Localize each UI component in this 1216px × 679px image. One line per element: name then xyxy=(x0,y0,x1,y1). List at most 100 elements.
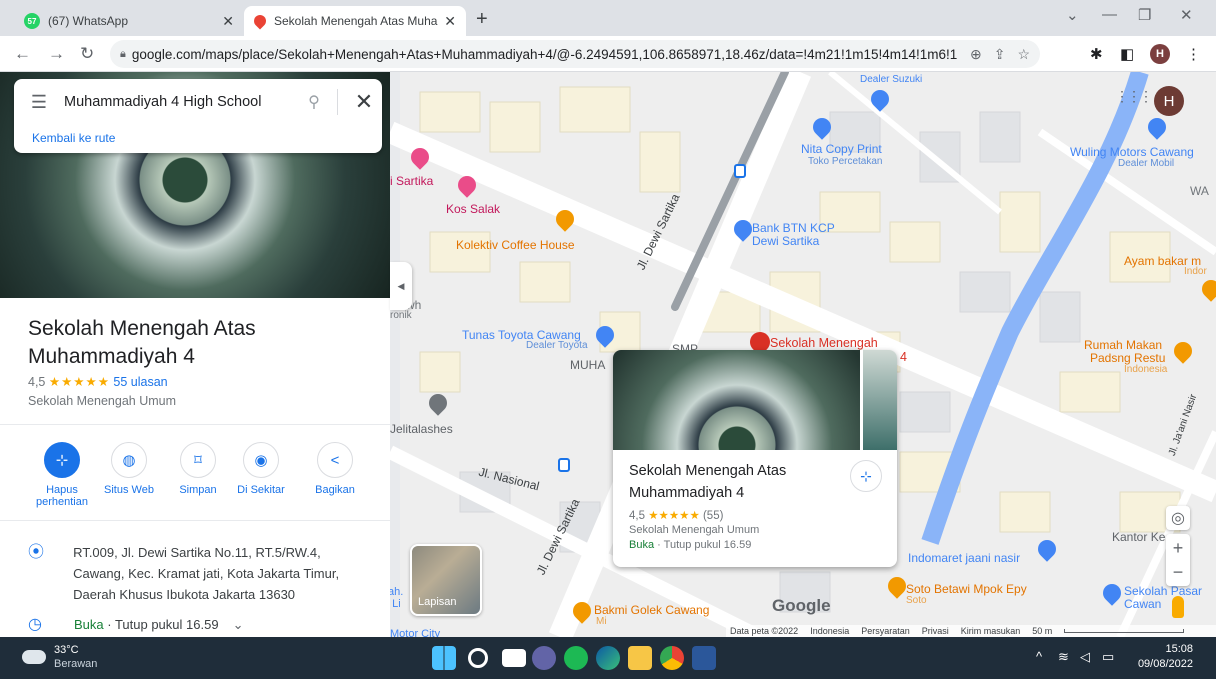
remove-stop-button[interactable]: ⊹ Hapus perhentian xyxy=(27,442,97,508)
tab-google-maps[interactable]: Sekolah Menengah Atas Muham ✕ xyxy=(244,6,466,36)
place-photo[interactable] xyxy=(613,350,860,450)
volume-icon[interactable]: ◁ xyxy=(1080,649,1090,665)
bookmark-icon: ⌑ xyxy=(180,442,216,478)
close-search-icon[interactable]: ✕ xyxy=(346,89,382,115)
bus-stop-icon[interactable] xyxy=(734,164,746,178)
hamburger-menu-icon[interactable]: ☰ xyxy=(14,92,64,113)
map-label[interactable]: Kos Salak xyxy=(446,202,500,216)
windows-taskbar: 33°C Berawan ^ ≋ ◁ ▭ 15:08 09/08/2022 xyxy=(0,637,1216,679)
place-photo-secondary[interactable] xyxy=(863,350,897,450)
pegman-icon[interactable] xyxy=(1172,596,1184,618)
address-bar[interactable]: 🔒︎ google.com/maps/place/Sekolah+Menenga… xyxy=(110,40,1040,68)
tab-whatsapp[interactable]: 57 (67) WhatsApp ✕ xyxy=(14,6,244,36)
battery-icon[interactable]: ▭ xyxy=(1102,649,1114,665)
lock-icon[interactable]: 🔒︎ xyxy=(120,48,126,61)
map-label[interactable]: Padsng Restu xyxy=(1090,351,1165,365)
close-window-button[interactable]: ✕ xyxy=(1180,6,1193,24)
website-button[interactable]: ◍ Situs Web xyxy=(94,442,164,496)
bookmark-star-icon[interactable]: ☆ xyxy=(1017,46,1030,63)
share-icon[interactable]: ⇪ xyxy=(994,46,1006,63)
map-label[interactable]: Kolektiv Coffee House xyxy=(456,238,575,252)
feedback-link[interactable]: Kirim masukan xyxy=(961,626,1021,636)
system-clock[interactable]: 15:08 09/08/2022 xyxy=(1133,642,1193,672)
search-input[interactable]: Muhammadiyah 4 High School xyxy=(64,94,299,110)
map-label[interactable]: Dealer Suzuki xyxy=(860,74,922,85)
search-icon[interactable] xyxy=(468,648,488,668)
back-arrow-icon[interactable]: ← xyxy=(14,44,31,64)
tab-strip: 57 (67) WhatsApp ✕ Sekolah Menengah Atas… xyxy=(0,0,1216,36)
selected-place-label[interactable]: Sekolah Menengah xyxy=(770,336,878,350)
new-tab-button[interactable]: + xyxy=(476,8,488,31)
terms-link[interactable]: Persyaratan xyxy=(861,626,910,636)
hours-row[interactable]: ◷ Buka · Tutup pukul 16.59 ⌄ xyxy=(28,614,243,635)
closing-time: · Tutup pukul 16.59 xyxy=(103,617,219,632)
google-apps-icon[interactable]: ⋮⋮⋮ xyxy=(1115,88,1153,105)
install-app-icon[interactable]: ⊕ xyxy=(970,46,982,63)
reload-icon[interactable]: ↻ xyxy=(80,44,94,64)
zoom-in-button[interactable]: + xyxy=(1173,536,1184,560)
search-icon[interactable]: ⚲ xyxy=(299,92,329,112)
nearby-button[interactable]: ◉ Di Sekitar xyxy=(226,442,296,496)
card-title[interactable]: Sekolah Menengah Atas Muhammadiyah 4 xyxy=(629,460,849,504)
my-location-icon[interactable]: ◎ xyxy=(1166,506,1190,530)
map-label[interactable]: Cawan xyxy=(1124,597,1161,611)
minimize-button[interactable]: — xyxy=(1102,6,1117,23)
address-row[interactable]: ⦿ RT.009, Jl. Dewi Sartika No.11, RT.5/R… xyxy=(28,542,358,605)
chrome-icon[interactable] xyxy=(660,646,684,670)
directions-icon[interactable]: ⊹ xyxy=(850,460,882,492)
url-text[interactable]: google.com/maps/place/Sekolah+Menengah+A… xyxy=(132,47,958,62)
edge-icon[interactable] xyxy=(596,646,620,670)
zoom-out-button[interactable]: − xyxy=(1173,560,1184,584)
task-view-icon[interactable] xyxy=(502,649,526,667)
kebab-menu-icon[interactable]: ⋮ xyxy=(1186,45,1201,63)
chevron-down-icon[interactable]: ⌄ xyxy=(233,614,244,635)
back-to-route-link[interactable]: Kembali ke rute xyxy=(32,131,115,145)
bus-stop-icon[interactable] xyxy=(558,458,570,472)
show-hidden-icons[interactable]: ^ xyxy=(1036,649,1042,664)
map-label[interactable]: Indomaret jaani nasir xyxy=(908,551,1020,565)
map-label[interactable]: Soto Betawi Mpok Epy xyxy=(906,582,1027,596)
save-button[interactable]: ⌑ Simpan xyxy=(163,442,233,496)
tab-search-icon[interactable]: ⌄ xyxy=(1066,6,1079,24)
map-label[interactable]: Bank BTN KCP xyxy=(752,221,835,235)
weather-widget[interactable]: 33°C Berawan xyxy=(22,643,97,671)
map-label[interactable]: i Sartika xyxy=(390,174,433,188)
map-label: MUHA xyxy=(570,358,606,372)
place-category[interactable]: Sekolah Menengah Umum xyxy=(28,394,176,408)
map-label[interactable]: Kantor Ke xyxy=(1112,530,1165,544)
map-label: Soto xyxy=(906,595,927,606)
word-icon[interactable] xyxy=(692,646,716,670)
divider xyxy=(337,89,338,115)
map-label[interactable]: Bakmi Golek Cawang xyxy=(594,603,709,617)
map-label[interactable]: Wuling Motors Cawang xyxy=(1070,145,1194,159)
scale-label[interactable]: 50 m xyxy=(1032,626,1052,636)
maximize-button[interactable]: ❐ xyxy=(1138,6,1151,24)
reviews-link[interactable]: 55 ulasan xyxy=(113,375,167,389)
side-panel-icon[interactable]: ◧ xyxy=(1120,45,1134,63)
map-label[interactable]: Dewi Sartika xyxy=(752,234,819,248)
close-icon[interactable]: ✕ xyxy=(444,13,456,30)
map-label[interactable]: Motor City xyxy=(390,628,440,637)
collapse-panel-button[interactable]: ◀ xyxy=(390,262,412,310)
layers-button[interactable]: Lapisan xyxy=(410,544,482,616)
map-label[interactable]: Sekolah Pasar xyxy=(1124,584,1202,598)
region-link[interactable]: Indonesia xyxy=(810,626,849,636)
address-text[interactable]: RT.009, Jl. Dewi Sartika No.11, RT.5/RW.… xyxy=(73,542,358,605)
file-explorer-icon[interactable] xyxy=(628,646,652,670)
map-label[interactable]: Nita Copy Print xyxy=(801,142,882,156)
extensions-icon[interactable]: ✱ xyxy=(1090,45,1103,63)
privacy-link[interactable]: Privasi xyxy=(922,626,949,636)
wifi-icon[interactable]: ≋ xyxy=(1058,649,1069,665)
teams-icon[interactable] xyxy=(532,646,556,670)
windows-start-icon[interactable] xyxy=(432,646,456,670)
forward-arrow-icon[interactable]: → xyxy=(48,44,65,64)
close-icon[interactable]: ✕ xyxy=(222,13,234,30)
share-button[interactable]: < Bagikan xyxy=(300,442,370,496)
map-label[interactable]: Rumah Makan xyxy=(1084,338,1162,352)
place-info-card[interactable]: Sekolah Menengah Atas Muhammadiyah 4 ⊹ 4… xyxy=(613,350,897,567)
account-avatar[interactable]: H xyxy=(1154,86,1184,116)
spotify-icon[interactable] xyxy=(564,646,588,670)
closing-time: · Tutup pukul 16.59 xyxy=(654,539,752,551)
profile-avatar[interactable]: H xyxy=(1150,44,1170,64)
map-label[interactable]: Jelitalashes xyxy=(390,422,453,436)
